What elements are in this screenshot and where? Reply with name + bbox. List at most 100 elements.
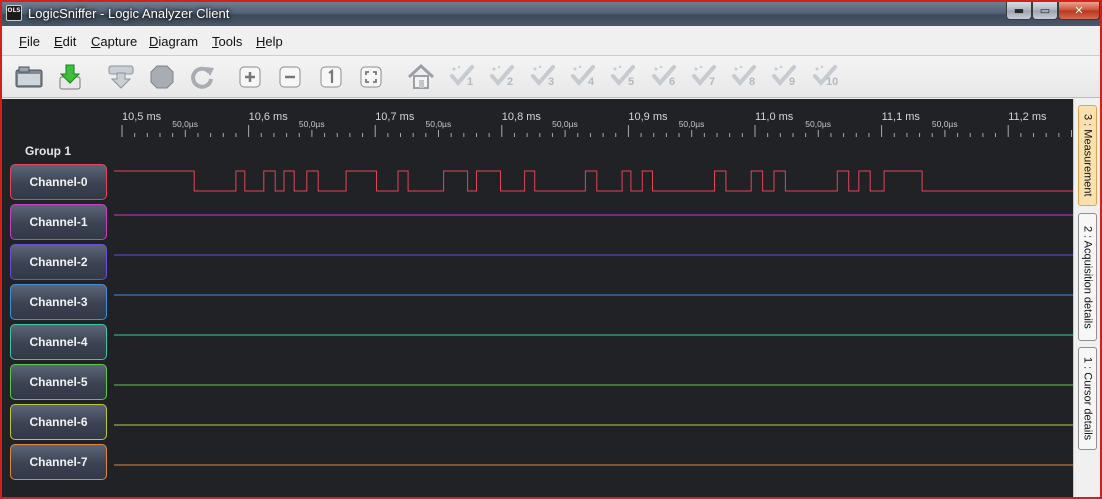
ruler-major-label: 10,7 ms	[375, 111, 415, 123]
ruler-major-label: 11,2 ms	[1008, 111, 1047, 123]
ruler-minor-label: 50,0µs	[172, 119, 198, 129]
menu-edit-label: dit	[62, 34, 77, 49]
menu-file-label: ile	[26, 34, 40, 49]
capture-button[interactable]	[106, 62, 136, 92]
cursor-number: 8	[749, 76, 755, 88]
stop-button[interactable]	[147, 62, 177, 92]
cursor-number: 10	[826, 76, 838, 88]
menu-capture-label: apture	[100, 34, 138, 49]
channel-label-6[interactable]: Channel-6	[10, 404, 107, 440]
cursor-4-button[interactable]: 4	[569, 62, 599, 92]
cursor-check-icon: 10	[812, 65, 838, 88]
menu-edit-mnemonic: E	[54, 34, 63, 49]
cursor-number: 1	[467, 76, 473, 88]
cursor-7-button[interactable]: 7	[690, 62, 720, 92]
repeat-capture-icon	[191, 66, 214, 89]
cursor-number: 5	[628, 76, 634, 88]
goto-trigger-button[interactable]	[406, 62, 436, 92]
window-title: LogicSniffer - Logic Analyzer Client	[28, 6, 230, 21]
cursor-number: 6	[669, 76, 675, 88]
menu-bar: File Edit Capture Diagram Tools Help	[2, 26, 1100, 56]
stop-icon	[150, 65, 174, 89]
cursor-1-button[interactable]: 1	[448, 62, 478, 92]
ruler-minor-label: 50,0µs	[678, 119, 705, 129]
repeat-capture-button[interactable]	[187, 62, 217, 92]
time-ruler[interactable]: 10,5 ms 50,0µs 10,6 ms 50,0µs 10,7 ms 50,0µs 1…	[114, 99, 1073, 139]
open-button[interactable]	[14, 62, 44, 92]
signal-diagram[interactable]: 10,5 ms 50,0µs 10,6 ms 50,0µs 10,7 ms 50,0µs 1…	[2, 99, 1073, 497]
signal-traces	[114, 170, 1073, 466]
ruler-minor-label: 50,0µs	[805, 119, 831, 129]
ruler-major-label: 10,8 ms	[501, 111, 541, 123]
cursor-5-button[interactable]: 5	[609, 62, 639, 92]
menu-help[interactable]: Help	[256, 34, 283, 49]
menu-diagram[interactable]: Diagram	[149, 34, 198, 49]
channel-0-trace	[114, 170, 1073, 192]
ruler-major-label: 10,9 ms	[628, 111, 668, 123]
maximize-button[interactable]: ▭	[1032, 2, 1058, 20]
ruler-minor-label: 50,0µs	[552, 119, 578, 129]
zoom-original-button[interactable]	[316, 62, 346, 92]
ruler-minor-label: 50,0µs	[425, 119, 452, 129]
cursor-9-button[interactable]: 9	[770, 62, 800, 92]
tab-cursor-details[interactable]: 1 : Cursor details	[1078, 347, 1097, 450]
cursor-number: 2	[507, 76, 513, 88]
cursor-check-icon: 7	[691, 65, 716, 88]
channel-label-2[interactable]: Channel-2	[10, 244, 107, 280]
save-button[interactable]	[55, 62, 85, 92]
menu-file[interactable]: File	[19, 34, 40, 49]
menu-capture-mnemonic: C	[91, 34, 101, 49]
close-button[interactable]: ✕	[1058, 2, 1100, 20]
cursor-number: 7	[709, 76, 715, 88]
channel-label-1[interactable]: Channel-1	[10, 204, 107, 240]
app-window: OLS LogicSniffer - Logic Analyzer Client…	[0, 0, 1102, 499]
cursor-3-button[interactable]: 3	[529, 62, 559, 92]
cursor-8-button[interactable]: 8	[730, 62, 760, 92]
capture-icon	[108, 65, 134, 89]
goto-trigger-icon	[407, 63, 435, 89]
dock-tab-bar: 3 : Measurement 2 : Acquisition details …	[1073, 99, 1100, 497]
channel-label-5[interactable]: Channel-5	[10, 364, 107, 400]
save-icon	[59, 64, 81, 90]
tab-acquisition-details-label: 2 : Acquisition details	[1081, 225, 1094, 329]
cursor-check-icon: 5	[611, 65, 636, 88]
channel-label-0[interactable]: Channel-0	[10, 164, 107, 200]
cursor-10-button[interactable]: 10	[811, 62, 841, 92]
cursor-check-icon: 4	[570, 65, 595, 88]
menu-tools[interactable]: Tools	[212, 34, 242, 49]
menu-diagram-label: iagram	[158, 34, 199, 49]
cursor-2-button[interactable]: 2	[488, 62, 518, 92]
ruler-minor-label: 50,0µs	[298, 119, 325, 129]
minimize-button[interactable]: ▬	[1006, 2, 1032, 20]
cursor-check-icon: 1	[450, 65, 474, 88]
zoom-all-button[interactable]	[356, 62, 386, 92]
channel-label-7[interactable]: Channel-7	[10, 444, 107, 480]
title-bar[interactable]: OLS LogicSniffer - Logic Analyzer Client…	[2, 2, 1100, 26]
zoom-out-icon	[279, 66, 301, 88]
ruler-major-label: 10,6 ms	[248, 111, 288, 123]
menu-diagram-mnemonic: D	[149, 34, 159, 49]
cursor-number: 9	[789, 76, 795, 88]
cursor-check-icon: 6	[651, 65, 676, 88]
group-label: Group 1	[25, 144, 72, 158]
zoom-out-button[interactable]	[275, 62, 305, 92]
cursor-6-button[interactable]: 6	[650, 62, 680, 92]
menu-help-label: elp	[265, 34, 283, 49]
zoom-in-button[interactable]	[235, 62, 265, 92]
tab-measurement[interactable]: 3 : Measurement	[1078, 105, 1097, 206]
app-logo-icon: OLS	[6, 5, 22, 21]
tab-cursor-details-label: 1 : Cursor details	[1081, 356, 1094, 441]
cursor-number: 3	[548, 76, 554, 88]
tab-acquisition-details[interactable]: 2 : Acquisition details	[1078, 213, 1097, 341]
ruler-minor-label: 50,0µs	[931, 119, 958, 129]
channel-label-4[interactable]: Channel-4	[10, 324, 107, 360]
cursor-number: 4	[588, 76, 595, 88]
menu-capture[interactable]: Capture	[91, 34, 137, 49]
channel-label-3[interactable]: Channel-3	[10, 284, 107, 320]
menu-edit[interactable]: Edit	[54, 34, 76, 49]
cursor-check-icon: 9	[772, 65, 797, 88]
tab-measurement-label: 3 : Measurement	[1081, 114, 1094, 197]
ruler-major-label: 11,0 ms	[755, 111, 794, 123]
cursor-check-icon: 3	[530, 65, 555, 88]
cursor-check-icon: 8	[732, 65, 757, 88]
